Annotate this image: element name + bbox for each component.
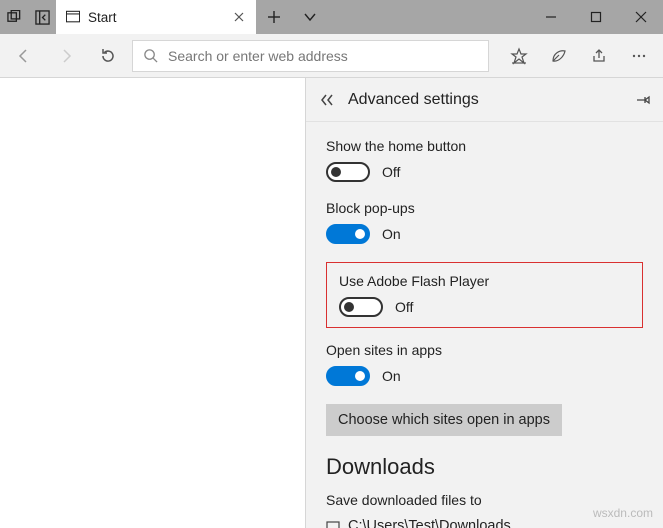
- window-maximize-button[interactable]: [573, 0, 618, 34]
- refresh-button[interactable]: [90, 38, 126, 74]
- choose-sites-button[interactable]: Choose which sites open in apps: [326, 404, 562, 436]
- more-button[interactable]: [621, 38, 657, 74]
- address-placeholder: Search or enter web address: [168, 48, 348, 64]
- popups-toggle[interactable]: [326, 224, 370, 244]
- settings-pane: Advanced settings Show the home button O…: [305, 78, 663, 528]
- browser-toolbar: Search or enter web address: [0, 34, 663, 78]
- toggle-state: On: [382, 226, 401, 242]
- flash-toggle[interactable]: [339, 297, 383, 317]
- window-close-button[interactable]: [618, 0, 663, 34]
- back-chevrons-icon[interactable]: [318, 91, 336, 109]
- watermark: wsxdn.com: [593, 506, 653, 520]
- tab-preview-icon[interactable]: [0, 0, 28, 34]
- settings-pane-body: Show the home button Off Block pop-ups O…: [306, 122, 663, 528]
- page-content: Advanced settings Show the home button O…: [0, 78, 663, 528]
- setting-home-button: Show the home button Off: [326, 138, 643, 182]
- setting-label: Open sites in apps: [326, 342, 643, 358]
- setting-label: Block pop-ups: [326, 200, 643, 216]
- home-button-toggle[interactable]: [326, 162, 370, 182]
- address-bar[interactable]: Search or enter web address: [132, 40, 489, 72]
- search-icon: [143, 48, 158, 63]
- new-tab-button[interactable]: [256, 0, 292, 34]
- toggle-state: Off: [395, 299, 413, 315]
- toggle-state: Off: [382, 164, 400, 180]
- tab-title: Start: [88, 10, 224, 25]
- setting-label: Use Adobe Flash Player: [339, 273, 630, 289]
- tab-close-button[interactable]: [232, 10, 246, 24]
- flash-highlight-box: Use Adobe Flash Player Off: [326, 262, 643, 328]
- notes-button[interactable]: [541, 38, 577, 74]
- tab-chevron-icon[interactable]: [292, 0, 328, 34]
- open-in-apps-toggle[interactable]: [326, 366, 370, 386]
- browser-tab[interactable]: Start: [56, 0, 256, 34]
- pane-title: Advanced settings: [348, 91, 623, 109]
- window-titlebar: Start: [0, 0, 663, 34]
- back-button[interactable]: [6, 38, 42, 74]
- setting-block-popups: Block pop-ups On: [326, 200, 643, 244]
- set-aside-tabs-icon[interactable]: [28, 0, 56, 34]
- edge-favicon-icon: [66, 10, 80, 24]
- toggle-state: On: [382, 368, 401, 384]
- downloads-heading: Downloads: [326, 454, 643, 480]
- folder-icon: [326, 519, 340, 528]
- pin-icon[interactable]: [635, 92, 651, 108]
- setting-label: Show the home button: [326, 138, 643, 154]
- settings-pane-header: Advanced settings: [306, 78, 663, 122]
- setting-open-in-apps: Open sites in apps On: [326, 342, 643, 386]
- favorites-button[interactable]: [501, 38, 537, 74]
- download-path: C:\Users\Test\Downloads: [348, 518, 511, 528]
- forward-button[interactable]: [48, 38, 84, 74]
- share-button[interactable]: [581, 38, 617, 74]
- window-minimize-button[interactable]: [528, 0, 573, 34]
